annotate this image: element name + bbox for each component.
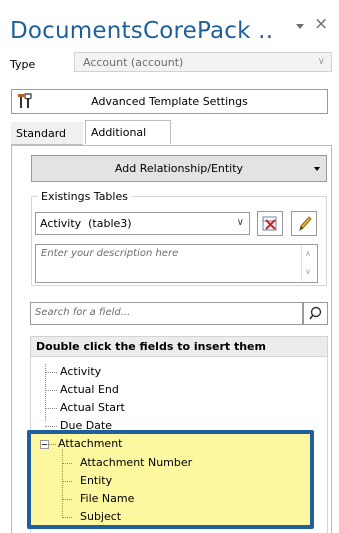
type-label: Type — [10, 58, 36, 71]
scroll-down-icon[interactable]: ∨ — [305, 267, 311, 276]
tree-item-subject[interactable]: Subject — [80, 510, 121, 523]
pane-title: DocumentsCorePack .. — [10, 18, 274, 44]
type-select: Account (account) ∨ — [74, 52, 332, 72]
tree-item-due-date[interactable]: Due Date — [60, 419, 112, 430]
tree-item-entity[interactable]: Entity — [80, 474, 112, 487]
collapse-icon[interactable] — [40, 440, 49, 449]
advanced-template-settings-label: Advanced Template Settings — [91, 95, 248, 108]
tree-connector — [45, 390, 57, 391]
tree-item-actual-start[interactable]: Actual Start — [60, 401, 125, 414]
search-icon — [309, 306, 322, 320]
existing-table-select[interactable]: Activity (table3) ∨ — [35, 212, 250, 235]
tree-item-attachment-number[interactable]: Attachment Number — [80, 456, 192, 469]
tree-connector — [62, 517, 72, 518]
tree-item-actual-end[interactable]: Actual End — [60, 383, 119, 396]
existing-table-select-value: Activity (table3) — [40, 217, 132, 230]
pane-menu-dropdown-icon[interactable] — [296, 24, 304, 29]
tree-connector — [45, 426, 57, 427]
description-scrollbar[interactable]: ∧ ∨ — [301, 245, 317, 282]
tree-item-activity[interactable]: Activity — [60, 365, 101, 378]
existing-tables-legend: Existings Tables — [38, 190, 131, 203]
tab-additional[interactable]: Additional — [85, 120, 171, 144]
delete-table-icon — [262, 216, 277, 231]
chevron-down-icon: ∨ — [317, 56, 325, 67]
tree-connector — [45, 372, 57, 373]
edit-table-button[interactable] — [291, 211, 317, 236]
tab-standard[interactable]: Standard — [11, 122, 83, 145]
fields-header: Double click the fields to insert them — [30, 336, 328, 357]
tree-connector — [62, 481, 72, 482]
dropdown-arrow-icon — [314, 167, 320, 171]
pencil-icon — [299, 216, 312, 232]
tree-item-attachment[interactable]: Attachment — [58, 437, 123, 450]
table-description-input[interactable]: Enter your description here ∧ ∨ — [35, 244, 318, 283]
tree-connector — [62, 463, 72, 464]
add-relationship-entity-label: Add Relationship/Entity — [114, 162, 244, 175]
advanced-template-settings-button[interactable]: Advanced Template Settings — [11, 89, 328, 114]
search-button[interactable] — [303, 302, 328, 325]
scroll-up-icon[interactable]: ∧ — [305, 249, 311, 258]
type-select-value: Account (account) — [83, 56, 184, 69]
add-relationship-entity-button[interactable]: Add Relationship/Entity — [31, 155, 327, 182]
close-icon[interactable]: × — [314, 14, 328, 34]
table-description-placeholder: Enter your description here — [41, 248, 179, 259]
delete-table-button[interactable] — [257, 211, 283, 236]
field-search-placeholder: Search for a field... — [35, 307, 131, 318]
tree-connector — [49, 444, 56, 445]
tree-connector — [62, 499, 72, 500]
tree-item-file-name[interactable]: File Name — [80, 492, 134, 505]
tree-connector — [62, 449, 63, 518]
chevron-down-icon: ∨ — [236, 217, 244, 228]
field-search-input[interactable]: Search for a field... — [30, 302, 303, 325]
tree-connector — [45, 408, 57, 409]
